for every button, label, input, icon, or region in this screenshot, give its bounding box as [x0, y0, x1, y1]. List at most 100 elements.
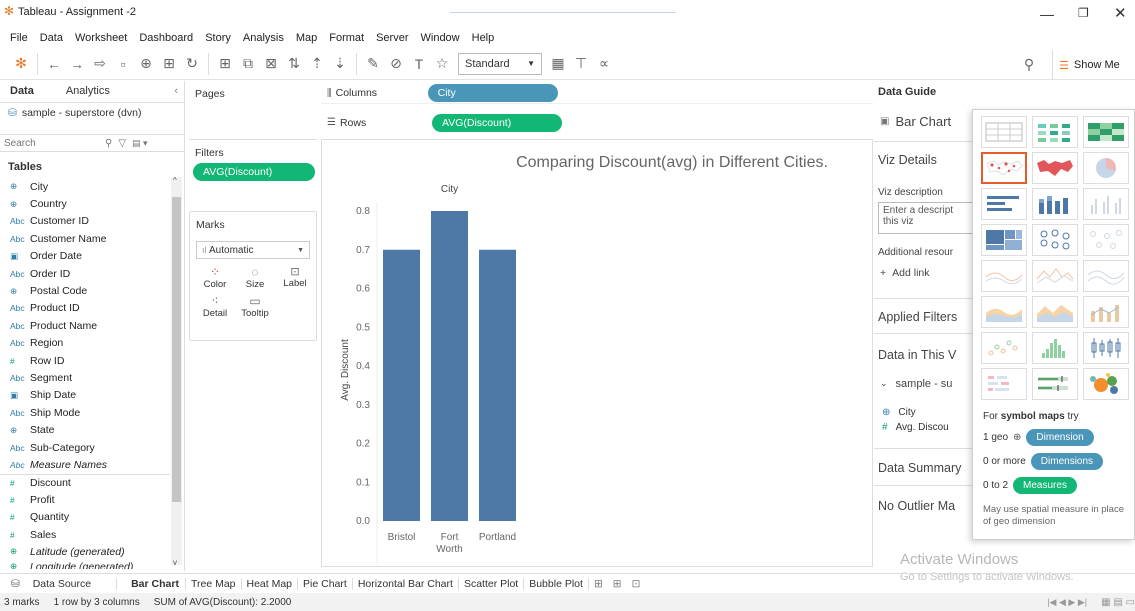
- dual-lines-thumbnail[interactable]: [1083, 260, 1129, 292]
- menu-map[interactable]: Map: [290, 30, 323, 47]
- field-row[interactable]: # Sales: [0, 526, 170, 543]
- rows-pill-avg-discount[interactable]: AVG(Discount): [431, 113, 562, 132]
- fit-mode-dropdown[interactable]: Standard ▼: [458, 52, 542, 75]
- sheet-tab-heat-map[interactable]: Heat Map: [240, 577, 298, 590]
- stacked-bars-thumbnail[interactable]: [1032, 188, 1078, 220]
- collapse-pane-icon[interactable]: ‹: [164, 81, 184, 102]
- minimize-icon[interactable]: —: [1040, 6, 1054, 22]
- duplicate-icon[interactable]: ⧉: [241, 54, 255, 74]
- filled-map-thumbnail[interactable]: [1032, 152, 1078, 184]
- swap-icon[interactable]: ⇅: [287, 54, 301, 74]
- menu-format[interactable]: Format: [323, 30, 370, 47]
- save-icon[interactable]: ▫: [116, 54, 130, 74]
- new-worksheet-icon[interactable]: ⊞: [162, 54, 176, 74]
- sheet-tab-bar-chart[interactable]: Bar Chart: [117, 578, 185, 590]
- field-row[interactable]: # Quantity: [0, 508, 170, 525]
- scrollbar-thumb[interactable]: [172, 197, 181, 502]
- field-row[interactable]: ⊕ City: [0, 178, 170, 195]
- grid-view-icon[interactable]: ▦ ▤ ▭: [1101, 597, 1135, 608]
- search-icon[interactable]: ⚲: [105, 138, 112, 149]
- bar-portland[interactable]: [479, 249, 516, 521]
- menu-dashboard[interactable]: Dashboard: [133, 30, 199, 47]
- treemap-thumbnail[interactable]: [981, 224, 1027, 256]
- add-link-button[interactable]: + Add link: [880, 267, 930, 279]
- field-row[interactable]: # Row ID: [0, 352, 170, 369]
- heat-map-thumbnail[interactable]: [1083, 116, 1129, 148]
- clear-sheet-icon[interactable]: ⊠: [264, 54, 278, 74]
- share-icon[interactable]: ∝: [597, 54, 611, 74]
- search-input[interactable]: [0, 137, 105, 149]
- dual-combination-thumbnail[interactable]: [1083, 296, 1129, 328]
- menu-data[interactable]: Data: [34, 30, 69, 47]
- sort-descending-icon[interactable]: ⇣: [333, 54, 347, 74]
- menu-help[interactable]: Help: [466, 30, 501, 47]
- label-icon[interactable]: T: [412, 54, 426, 74]
- datasource-row[interactable]: ⛁ sample - superstore (dvn): [8, 107, 141, 119]
- size-button[interactable]: ◌ Size: [235, 265, 275, 290]
- pie-chart-thumbnail[interactable]: [1083, 152, 1129, 184]
- field-row[interactable]: ▣ Order Date: [0, 248, 170, 265]
- field-row[interactable]: ▣ Ship Date: [0, 387, 170, 404]
- sheet-tab-pie-chart[interactable]: Pie Chart: [297, 577, 352, 590]
- restore-icon[interactable]: ❐: [1078, 6, 1089, 20]
- undo-icon[interactable]: ←: [47, 54, 61, 74]
- label-button[interactable]: ⊡ Label: [275, 265, 315, 290]
- area-discrete-thumbnail[interactable]: [1032, 296, 1078, 328]
- horizontal-bars-thumbnail[interactable]: [981, 188, 1027, 220]
- columns-shelf[interactable]: ⫼ Columns City: [321, 83, 873, 104]
- new-worksheet-icon[interactable]: ⊞: [587, 577, 608, 590]
- refresh-icon[interactable]: ↻: [185, 54, 199, 74]
- sort-ascending-icon[interactable]: ⇡: [310, 54, 324, 74]
- circle-views-thumbnail[interactable]: [1032, 224, 1078, 256]
- histogram-thumbnail[interactable]: [1032, 332, 1078, 364]
- scroll-up-icon[interactable]: ^: [173, 176, 177, 185]
- field-row[interactable]: Abc Segment: [0, 369, 170, 386]
- scatter-plot-thumbnail[interactable]: [981, 332, 1027, 364]
- new-story-icon[interactable]: ⊡: [627, 578, 646, 590]
- tooltip-button[interactable]: ▭ Tooltip: [235, 294, 275, 319]
- line-continuous-thumbnail[interactable]: [981, 260, 1027, 292]
- field-row[interactable]: Abc Customer Name: [0, 230, 170, 247]
- side-by-side-bars-thumbnail[interactable]: [1083, 188, 1129, 220]
- highlight-table-thumbnail[interactable]: [1032, 116, 1078, 148]
- line-discrete-thumbnail[interactable]: [1032, 260, 1078, 292]
- group-icon[interactable]: ⊘: [389, 54, 403, 74]
- field-row[interactable]: ⊕ State: [0, 421, 170, 438]
- field-row[interactable]: ⊕ Longitude (generated): [0, 561, 170, 569]
- show-cards-icon[interactable]: ▦: [551, 54, 565, 74]
- filter-pill[interactable]: AVG(Discount): [193, 163, 315, 181]
- columns-pill-city[interactable]: City: [427, 84, 558, 102]
- field-row[interactable]: ⊕ Postal Code: [0, 282, 170, 299]
- field-row[interactable]: Abc Order ID: [0, 265, 170, 282]
- menu-server[interactable]: Server: [370, 30, 414, 47]
- bar-fort-worth[interactable]: [431, 211, 468, 521]
- field-row[interactable]: Abc Ship Mode: [0, 404, 170, 421]
- text-table-thumbnail[interactable]: [981, 116, 1027, 148]
- viz-description-input[interactable]: Enter a descript this viz: [878, 202, 974, 234]
- close-icon[interactable]: ✕: [1114, 4, 1127, 22]
- data-source-row[interactable]: ⌄ sample - su: [880, 378, 952, 390]
- view-options-icon[interactable]: ▤ ▾: [132, 138, 148, 149]
- packed-bubbles-thumbnail[interactable]: [1083, 368, 1129, 400]
- tab-analytics[interactable]: Analytics: [44, 81, 120, 102]
- detail-button[interactable]: ⁖ Detail: [195, 294, 235, 319]
- redo-icon[interactable]: →: [70, 54, 84, 74]
- gantt-chart-thumbnail[interactable]: [981, 368, 1027, 400]
- new-datasource-icon[interactable]: ⊕: [139, 54, 153, 74]
- replay-icon[interactable]: ⇨: [93, 54, 107, 74]
- filter-icon[interactable]: ▽: [118, 138, 126, 149]
- field-row[interactable]: Abc Product ID: [0, 300, 170, 317]
- side-by-side-circles-thumbnail[interactable]: [1083, 224, 1129, 256]
- bullet-graph-thumbnail[interactable]: [1032, 368, 1078, 400]
- menu-worksheet[interactable]: Worksheet: [69, 30, 133, 47]
- symbol-map-thumbnail[interactable]: [981, 152, 1027, 184]
- pin-icon[interactable]: ☆: [435, 54, 449, 74]
- highlight-icon[interactable]: ✎: [366, 54, 380, 74]
- sheet-tab-bubble-plot[interactable]: Bubble Plot: [523, 577, 588, 590]
- color-button[interactable]: ⁘ Color: [195, 265, 235, 290]
- mark-type-dropdown[interactable]: ıl Automatic ▼: [196, 241, 310, 259]
- field-row[interactable]: Abc Product Name: [0, 317, 170, 334]
- field-row[interactable]: Abc Measure Names: [0, 456, 170, 473]
- field-row[interactable]: ⊕ Country: [0, 195, 170, 212]
- field-row[interactable]: ⊕ Latitude (generated): [0, 543, 170, 560]
